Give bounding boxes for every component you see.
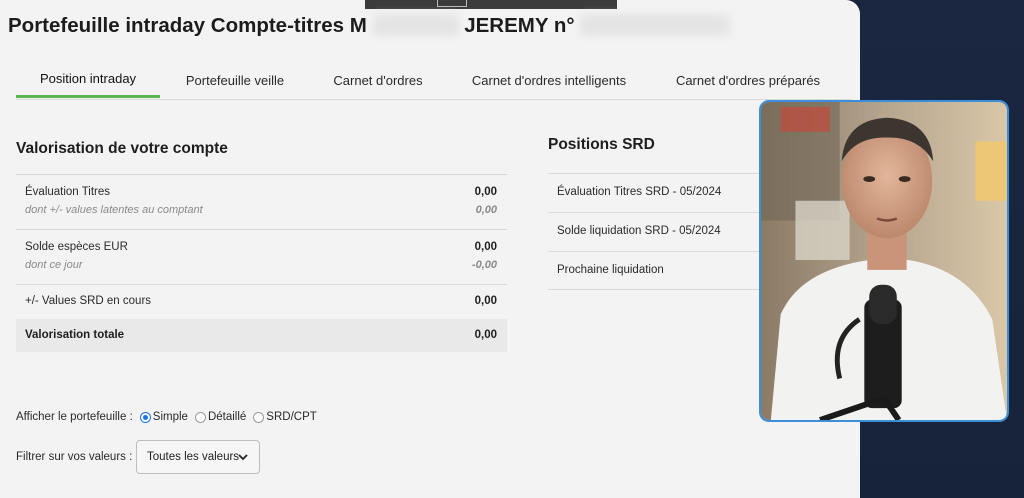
srd-row-label: Prochaine liquidation — [557, 264, 664, 276]
table-row: Évaluation Titres 0,00 dont +/- values l… — [16, 174, 507, 229]
filter-label: Filtrer sur vos valeurs : — [16, 451, 133, 463]
filter-select[interactable]: Toutes les valeurs — [136, 440, 260, 474]
table-row: Solde espèces EUR 0,00 dont ce jour -0,0… — [16, 229, 507, 284]
row-value: 0,00 — [474, 329, 497, 341]
row-value: 0,00 — [474, 295, 497, 307]
row-value: 0,00 — [474, 186, 497, 198]
display-options: Afficher le portefeuille : Simple Détail… — [16, 411, 317, 423]
row-subvalue: 0,00 — [475, 204, 497, 216]
table-row: +/- Values SRD en cours 0,00 — [16, 284, 507, 319]
tab-carnet-ordres[interactable]: Carnet d'ordres — [316, 62, 440, 99]
radio-unselected-icon[interactable] — [253, 411, 265, 423]
row-label: Solde espèces EUR — [25, 241, 128, 253]
portfolio-page: Portefeuille intraday Compte-titres M JE… — [0, 0, 860, 498]
radio-selected-icon[interactable] — [139, 411, 151, 423]
title-part-2: JEREMY n° — [464, 14, 575, 37]
tab-carnet-ordres-intelligents[interactable]: Carnet d'ordres intelligents — [456, 62, 642, 99]
srd-row-label: Solde liquidation SRD - 05/2024 — [557, 225, 721, 237]
list-item: Évaluation Titres SRD - 05/2024 — [548, 173, 760, 212]
total-row: Valorisation totale 0,00 — [16, 319, 507, 352]
radio-detaille[interactable]: Détaillé — [194, 411, 246, 423]
radio-label[interactable]: Simple — [153, 411, 188, 423]
srd-row-label: Évaluation Titres SRD - 05/2024 — [557, 186, 722, 198]
tab-position-intraday[interactable]: Position intraday — [16, 62, 160, 98]
radio-label[interactable]: Détaillé — [208, 411, 246, 423]
valorisation-title: Valorisation de votre compte — [16, 140, 228, 157]
webcam-overlay — [759, 100, 1009, 422]
row-subvalue: -0,00 — [471, 259, 497, 271]
row-label: Évaluation Titres — [25, 186, 111, 198]
radio-unselected-icon[interactable] — [194, 411, 206, 423]
presenter-video-image — [761, 102, 1007, 420]
page-title: Portefeuille intraday Compte-titres M JE… — [8, 14, 731, 38]
row-label: Valorisation totale — [25, 329, 125, 341]
chevron-down-icon[interactable] — [237, 451, 249, 463]
filter-select-value[interactable]: Toutes les valeurs — [147, 451, 239, 463]
row-sublabel: dont ce jour — [25, 259, 83, 271]
radio-label[interactable]: SRD/CPT — [266, 411, 316, 423]
row-value: 0,00 — [474, 241, 497, 253]
srd-title: Positions SRD — [548, 136, 655, 153]
redacted-account-number — [580, 14, 731, 36]
redacted-name — [372, 14, 459, 36]
display-options-label: Afficher le portefeuille : — [16, 411, 133, 423]
list-item: Prochaine liquidation — [548, 251, 760, 290]
radio-simple[interactable]: Simple — [139, 411, 188, 423]
tab-bar: Position intraday Portefeuille veille Ca… — [16, 62, 852, 100]
radio-srd-cpt[interactable]: SRD/CPT — [253, 411, 317, 423]
list-item: Solde liquidation SRD - 05/2024 — [548, 212, 760, 251]
tab-portefeuille-veille[interactable]: Portefeuille veille — [171, 62, 299, 99]
row-label: +/- Values SRD en cours — [25, 295, 152, 307]
browser-top-strip — [365, 0, 617, 9]
tab-carnet-ordres-prepares[interactable]: Carnet d'ordres préparés — [661, 62, 835, 99]
title-part-1: Portefeuille intraday Compte-titres M — [8, 14, 367, 37]
row-sublabel: dont +/- values latentes au comptant — [25, 204, 203, 216]
